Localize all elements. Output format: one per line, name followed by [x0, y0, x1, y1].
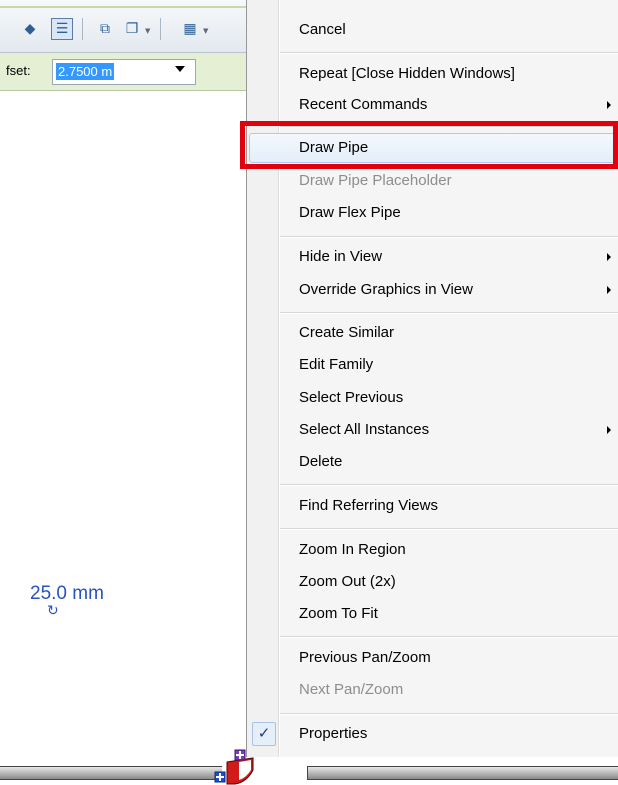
toolbar-divider — [160, 18, 161, 40]
menu-item-label: Draw Pipe Placeholder — [299, 172, 452, 189]
rotate-icon[interactable]: ↻ — [47, 604, 59, 618]
menu-item-select-previous[interactable]: Select Previous — [249, 383, 617, 413]
toolbar-divider — [82, 18, 83, 40]
offset-label: fset: — [6, 63, 31, 78]
pipe-segment-right[interactable] — [307, 766, 618, 780]
menu-item-label: Hide in View — [299, 248, 383, 265]
menu-item-label: Select All Instances — [299, 421, 430, 438]
offset-dropdown[interactable]: 2.7500 m — [52, 59, 196, 85]
context-menu: Cancel Repeat [Close Hidden Windows] Rec… — [246, 0, 618, 757]
menu-item-zoom-out[interactable]: Zoom Out (2x) — [249, 567, 617, 597]
menu-item-label: Zoom To Fit — [299, 605, 378, 622]
menu-item-hide-in-view[interactable]: Hide in View — [249, 242, 617, 272]
properties-list-icon[interactable]: ☰ — [51, 18, 73, 40]
checkmark-icon: ✓ — [252, 722, 276, 746]
menu-separator — [280, 52, 618, 54]
menu-item-label: Zoom In Region — [299, 541, 406, 558]
menu-item-create-similar[interactable]: Create Similar — [249, 318, 617, 348]
pipe-size-dimension[interactable]: 25.0 mm — [30, 583, 104, 605]
menu-item-label: Override Graphics in View — [299, 281, 473, 298]
ribbon-accent-line — [0, 6, 262, 8]
modify-toolbar: ◆ ☰ ⧉ ❐ ▼ ▦ ▼ — [0, 0, 262, 53]
menu-separator — [280, 528, 618, 530]
menu-item-draw-pipe-placeholder: Draw Pipe Placeholder — [249, 166, 617, 196]
menu-item-label: Draw Flex Pipe — [299, 204, 401, 221]
menu-item-draw-flex-pipe[interactable]: Draw Flex Pipe — [249, 198, 617, 228]
menu-separator — [280, 713, 618, 715]
menu-item-label: Select Previous — [299, 389, 404, 406]
menu-item-select-all-instances[interactable]: Select All Instances — [249, 415, 617, 445]
menu-item-recent-commands[interactable]: Recent Commands — [249, 90, 617, 120]
menu-item-label: Properties — [299, 725, 368, 742]
offset-value[interactable]: 2.7500 m — [56, 63, 115, 80]
copy-icon[interactable]: ❐ — [122, 19, 142, 39]
chevron-right-icon — [607, 426, 611, 434]
menu-separator — [280, 484, 618, 486]
menu-item-properties[interactable]: ✓ Properties — [249, 719, 617, 749]
menu-separator — [280, 236, 618, 238]
menu-item-label: Next Pan/Zoom — [299, 681, 404, 698]
filter-icon[interactable]: ▦ — [180, 19, 200, 39]
chevron-down-icon[interactable] — [175, 66, 185, 72]
chevron-right-icon — [607, 253, 611, 261]
menu-item-label: Cancel — [299, 21, 346, 38]
menu-item-label: Delete — [299, 453, 343, 470]
pipe-segment-left[interactable] — [0, 766, 222, 780]
menu-item-edit-family[interactable]: Edit Family — [249, 350, 617, 380]
menu-item-next-pan-zoom: Next Pan/Zoom — [249, 675, 617, 705]
menu-separator — [280, 636, 618, 638]
menu-item-previous-pan-zoom[interactable]: Previous Pan/Zoom — [249, 643, 617, 673]
menu-item-cancel[interactable]: Cancel — [249, 15, 617, 45]
chevron-right-icon — [607, 286, 611, 294]
menu-item-label: Create Similar — [299, 324, 395, 341]
pin-icon[interactable]: ◆ — [20, 19, 40, 39]
menu-separator — [280, 312, 618, 314]
menu-item-label: Edit Family — [299, 356, 374, 373]
remove-icon[interactable]: ⧉ — [95, 19, 115, 39]
chevron-right-icon — [607, 101, 611, 109]
menu-item-label: Repeat [Close Hidden Windows] — [299, 65, 515, 82]
menu-item-label: Zoom Out (2x) — [299, 573, 396, 590]
menu-item-repeat[interactable]: Repeat [Close Hidden Windows] — [249, 59, 617, 89]
menu-item-zoom-in-region[interactable]: Zoom In Region — [249, 535, 617, 565]
menu-item-label: Find Referring Views — [299, 497, 438, 514]
highlight-annotation-box — [240, 121, 618, 169]
menu-item-find-referring-views[interactable]: Find Referring Views — [249, 491, 617, 521]
menu-item-zoom-to-fit[interactable]: Zoom To Fit — [249, 599, 617, 629]
chevron-down-icon[interactable]: ▼ — [203, 27, 208, 35]
menu-item-delete[interactable]: Delete — [249, 447, 617, 477]
options-bar: fset: 2.7500 m — [0, 53, 262, 91]
menu-item-label: Recent Commands — [299, 96, 428, 113]
menu-item-label: Previous Pan/Zoom — [299, 649, 431, 666]
menu-item-override-graphics[interactable]: Override Graphics in View — [249, 275, 617, 305]
chevron-down-icon[interactable]: ▼ — [145, 27, 150, 35]
